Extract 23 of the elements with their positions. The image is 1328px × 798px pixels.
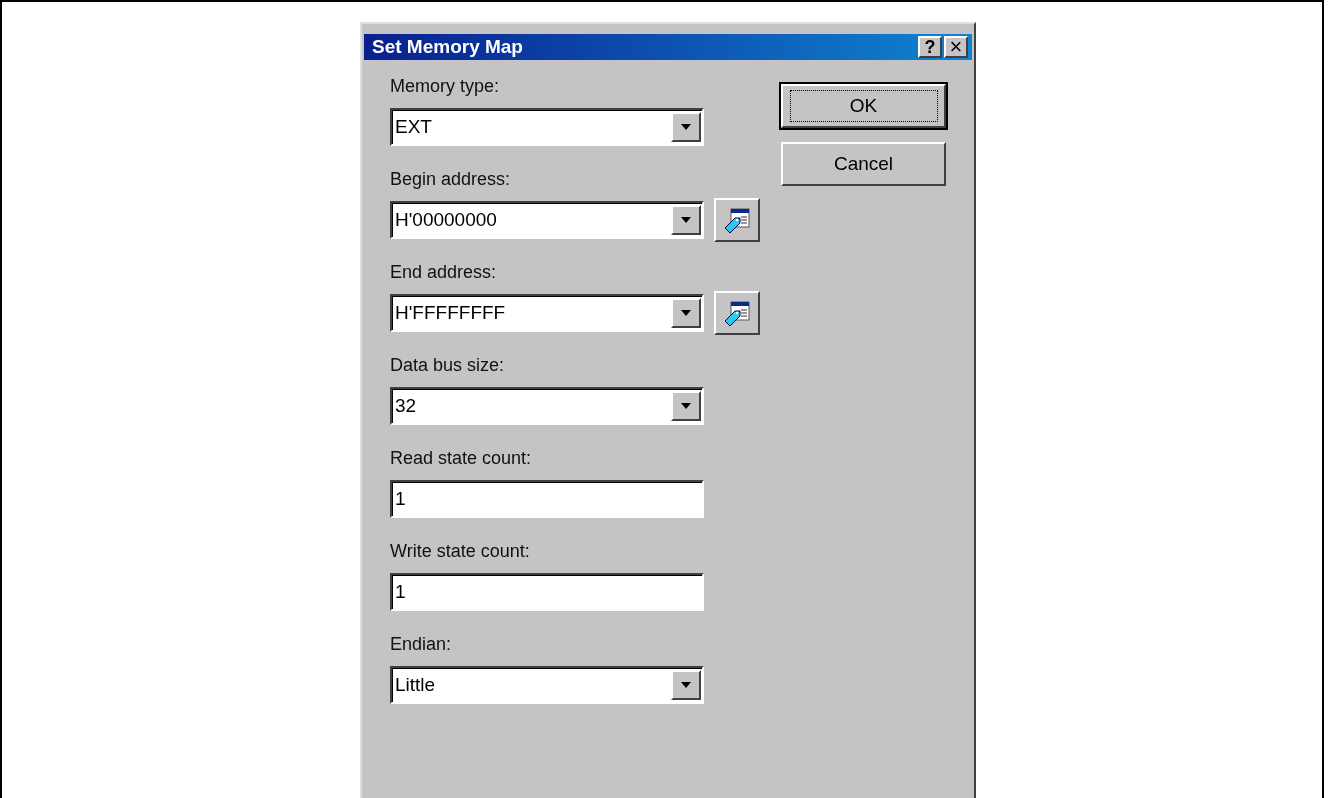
dropdown-field[interactable]: H'00000000 [390,201,704,239]
cancel-button[interactable]: Cancel [781,142,946,186]
window-tag-icon [723,206,751,234]
symbol-picker-button[interactable] [714,291,760,335]
help-button[interactable]: ? [918,36,942,58]
dropdown-field[interactable]: 32 [390,387,704,425]
field-label: Data bus size: [390,355,505,376]
dropdown-field[interactable]: EXT [390,108,704,146]
ok-button[interactable]: OK [781,84,946,128]
field-label: Write state count: [390,541,530,562]
window-tag-icon [723,299,751,327]
window-title: Set Memory Map [372,36,523,58]
field-label: Endian: [390,634,452,655]
field-label: Memory type: [390,76,500,97]
input-field[interactable]: 1 [390,573,704,611]
dropdown-field[interactable]: Little [390,666,704,704]
dropdown-field[interactable]: H'FFFFFFFF [390,294,704,332]
field-label: Read state count: [390,448,532,469]
symbol-picker-button[interactable] [714,198,760,242]
input-field[interactable]: 1 [390,480,704,518]
field-label: Begin address: [390,169,511,190]
field-label: End address: [390,262,497,283]
close-button[interactable]: × [944,36,968,58]
